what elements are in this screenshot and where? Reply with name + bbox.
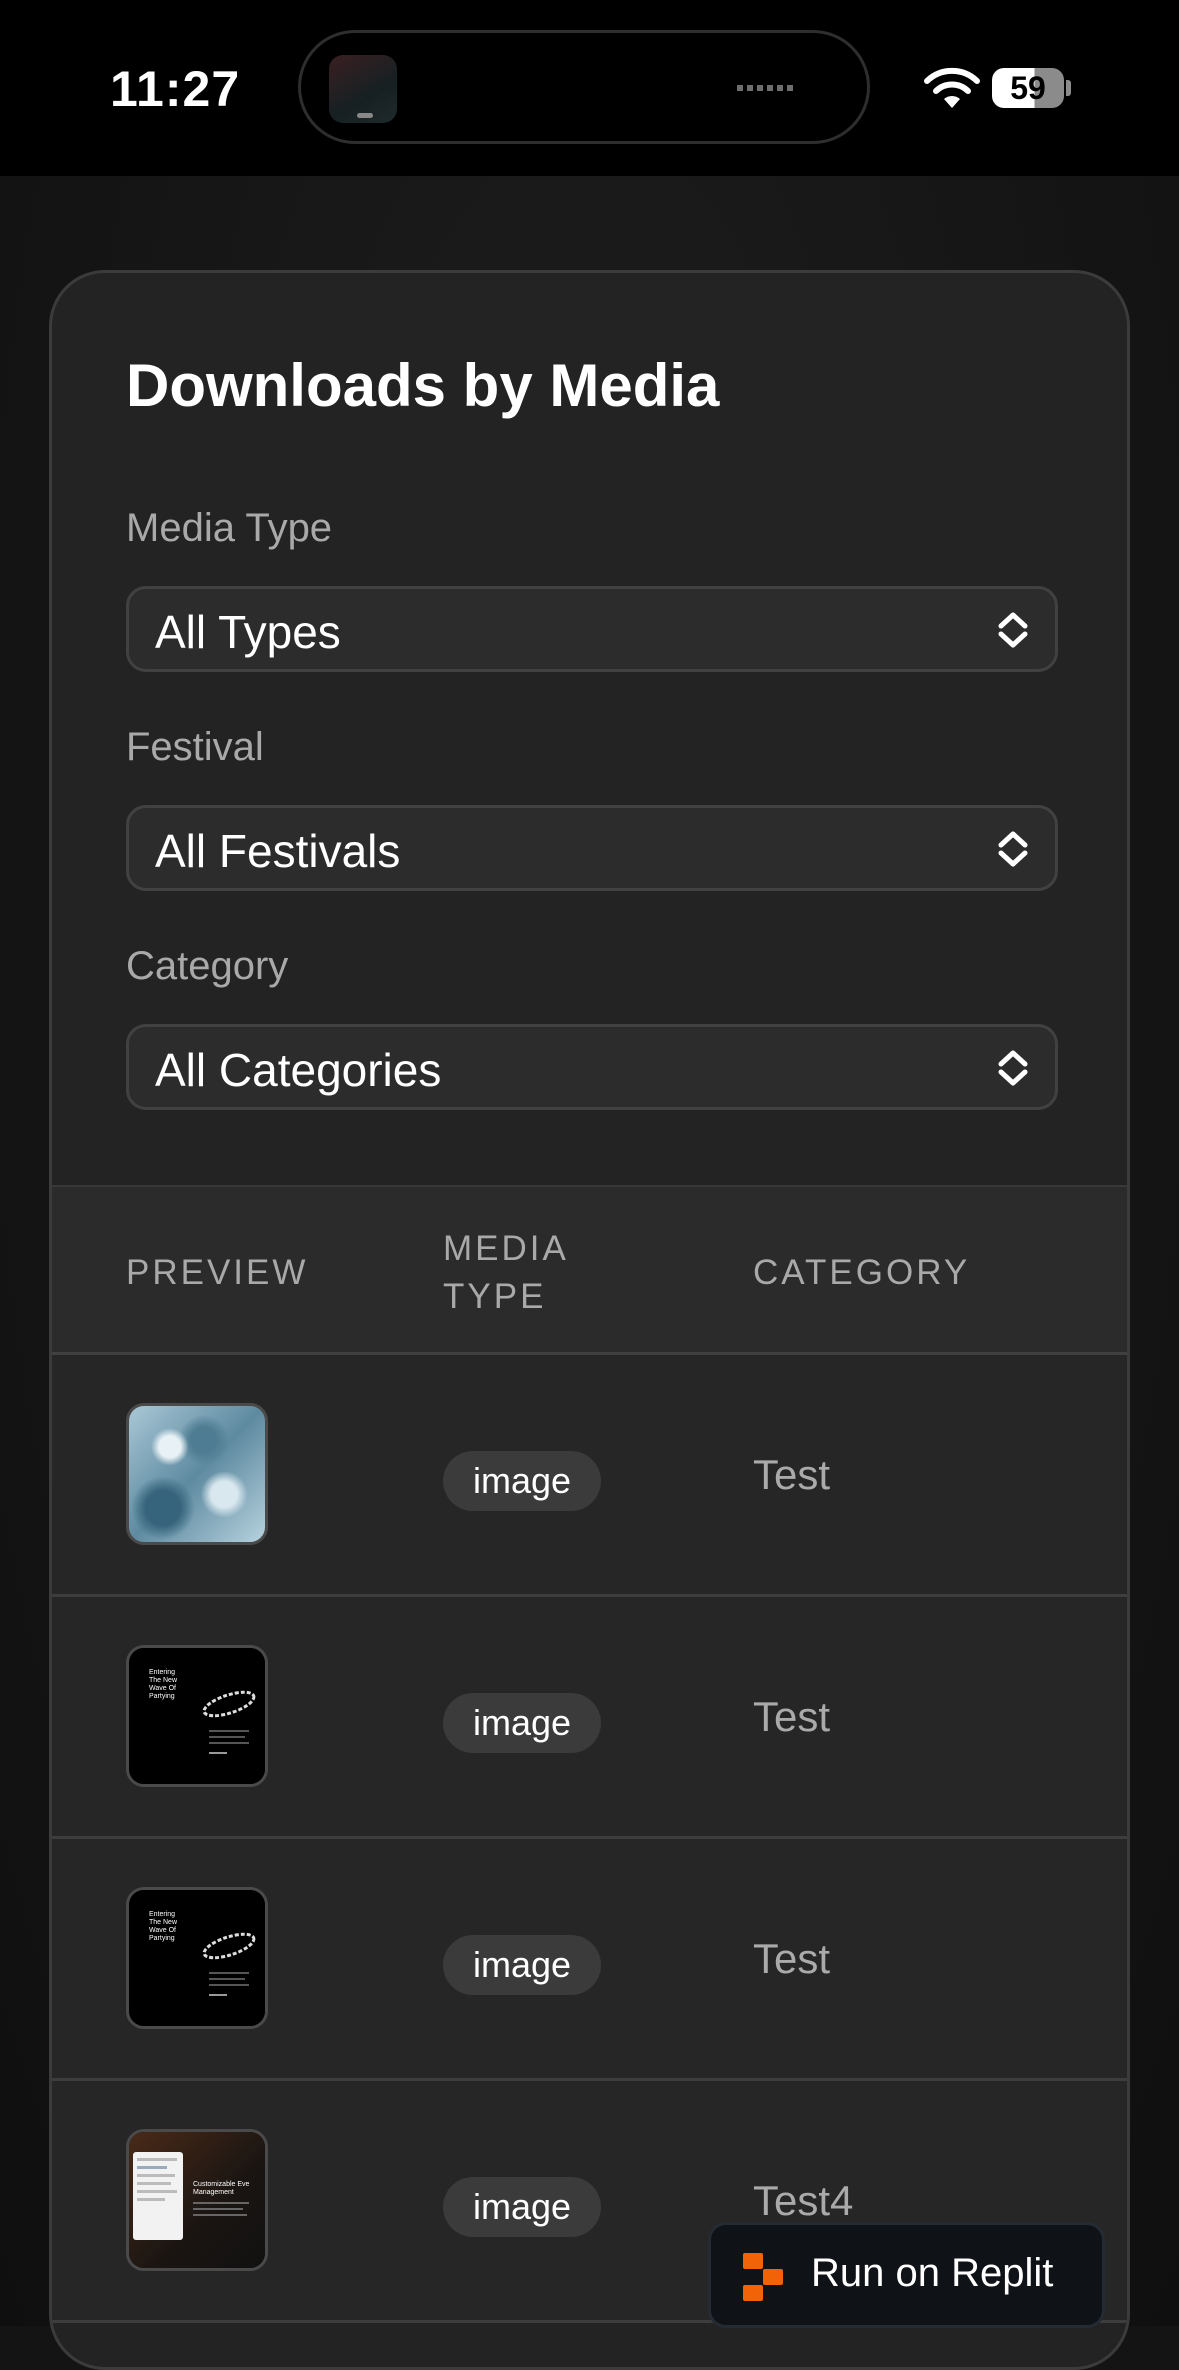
category-cell: Test	[753, 1451, 831, 1498]
category-cell: Test4	[753, 2177, 854, 2224]
replit-logo-icon	[743, 2253, 783, 2301]
media-type-badge: image	[443, 1693, 602, 1753]
status-bar: 11:27 59	[0, 0, 1179, 176]
table-row[interactable]: image Test	[52, 1355, 1127, 1597]
run-on-replit-label: Run on Replit	[811, 2251, 1054, 2295]
media-type-badge: image	[443, 1451, 602, 1511]
poster-thumbnail-image: Entering The New Wave Of Partying	[129, 1648, 265, 1784]
svg-text:The New: The New	[149, 1919, 178, 1926]
table-row[interactable]: Entering The New Wave Of Partying image …	[52, 1597, 1127, 1839]
category-cell: Test	[753, 1935, 831, 1982]
svg-text:Wave Of: Wave Of	[149, 1685, 176, 1692]
preview-thumbnail[interactable]: Customizable Eve Management	[126, 2129, 268, 2271]
category-label: Category	[126, 944, 289, 988]
table-row[interactable]: Entering The New Wave Of Partying image …	[52, 1839, 1127, 2081]
preview-thumbnail[interactable]: Entering The New Wave Of Partying	[126, 1645, 268, 1787]
preview-thumbnail[interactable]	[126, 1403, 268, 1545]
svg-text:Customizable Eve: Customizable Eve	[193, 2181, 250, 2188]
festival-select[interactable]: All Festivals	[126, 805, 1058, 891]
run-on-replit-button[interactable]: Run on Replit	[708, 2222, 1105, 2328]
dynamic-island[interactable]	[298, 30, 870, 144]
media-type-select[interactable]: All Types	[126, 586, 1058, 672]
status-time: 11:27	[110, 61, 241, 117]
preview-thumbnail[interactable]: Entering The New Wave Of Partying	[126, 1887, 268, 2029]
table-header: PREVIEW MEDIA TYPE CATEGORY	[52, 1185, 1127, 1355]
svg-text:Partying: Partying	[149, 1935, 175, 1942]
svg-text:Entering: Entering	[149, 1669, 175, 1676]
category-select[interactable]: All Categories	[126, 1024, 1058, 1110]
category-select-value: All Categories	[155, 1044, 442, 1096]
chevron-updown-icon	[998, 1050, 1028, 1086]
chevron-updown-icon	[998, 612, 1028, 648]
column-header-media-type-line1: MEDIA	[443, 1229, 569, 1268]
column-header-preview: PREVIEW	[126, 1253, 309, 1292]
battery-tip	[1066, 80, 1071, 96]
svg-text:Entering: Entering	[149, 1911, 175, 1918]
live-activity-app-icon	[329, 55, 397, 123]
wifi-icon	[924, 67, 980, 108]
downloads-card: Downloads by Media Media Type All Types …	[49, 270, 1130, 2370]
page-title: Downloads by Media	[126, 352, 720, 419]
category-cell: Test	[753, 1693, 831, 1740]
media-type-select-value: All Types	[155, 606, 341, 658]
media-type-badge: image	[443, 1935, 602, 1995]
svg-text:Wave Of: Wave Of	[149, 1927, 176, 1934]
festival-select-value: All Festivals	[155, 825, 401, 877]
svg-text:Management: Management	[193, 2189, 234, 2196]
battery-icon: 59	[992, 68, 1064, 108]
media-type-badge: image	[443, 2177, 602, 2237]
chevron-updown-icon	[998, 831, 1028, 867]
column-header-media-type-line2: TYPE	[443, 1277, 547, 1316]
column-header-category: CATEGORY	[753, 1253, 971, 1292]
column-header-media-type: MEDIA TYPE	[443, 1225, 569, 1321]
svg-text:Partying: Partying	[149, 1693, 175, 1700]
media-type-label: Media Type	[126, 506, 333, 550]
festival-label: Festival	[126, 725, 264, 769]
dots-icon	[737, 85, 797, 91]
app-screenshot-thumbnail-image: Customizable Eve Management	[129, 2132, 265, 2268]
svg-text:The New: The New	[149, 1677, 178, 1684]
poster-thumbnail-image: Entering The New Wave Of Partying	[129, 1890, 265, 2026]
